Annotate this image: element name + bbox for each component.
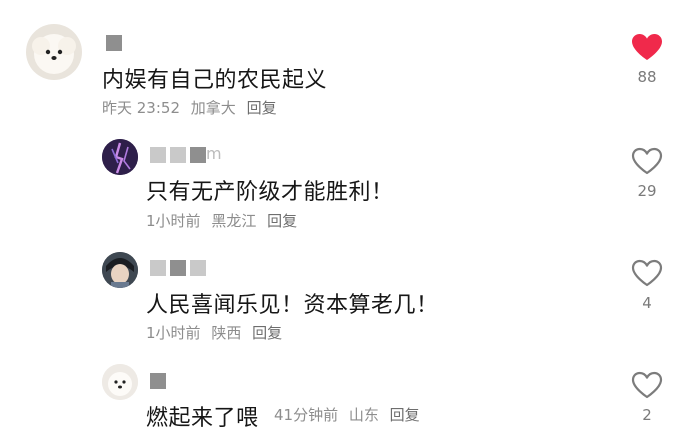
username[interactable]	[102, 32, 122, 51]
comment-text: 人民喜闻乐见！资本算老几！	[146, 293, 439, 318]
like-count: 4	[642, 294, 652, 312]
like-button[interactable]: 4	[622, 258, 672, 312]
avatar[interactable]	[102, 252, 138, 288]
like-count: 29	[637, 182, 657, 200]
username[interactable]	[146, 370, 166, 389]
comment-location: 黑龙江	[211, 212, 257, 230]
username[interactable]	[146, 257, 206, 276]
avatar[interactable]	[102, 139, 138, 175]
heart-filled-icon	[632, 34, 662, 60]
avatar[interactable]	[102, 364, 138, 400]
like-count: 2	[642, 406, 652, 424]
comment-text: 内娱有自己的农民起义	[102, 68, 328, 93]
reply-button[interactable]: 回复	[390, 406, 420, 424]
comment-meta: 昨天 23:52 加拿大 回复	[102, 97, 283, 118]
comment-time: 1小时前	[146, 212, 201, 230]
like-button[interactable]: 2	[622, 370, 672, 424]
comment-location: 陕西	[211, 324, 242, 342]
heart-outline-icon	[631, 259, 663, 287]
comment-time: 1小时前	[146, 324, 201, 342]
reply-button[interactable]: 回复	[267, 212, 297, 230]
comment-location: 山东	[348, 406, 379, 424]
avatar[interactable]	[26, 24, 82, 80]
heart-outline-icon	[631, 147, 663, 175]
username[interactable]: m	[146, 144, 222, 163]
like-count: 88	[637, 68, 657, 86]
like-button[interactable]: 88	[622, 32, 672, 86]
like-button[interactable]: 29	[622, 146, 672, 200]
comment-time: 昨天 23:52	[102, 99, 180, 117]
comment-meta: 1小时前 黑龙江 回复	[146, 210, 303, 231]
reply-button[interactable]: 回复	[252, 324, 282, 342]
comment-meta: 41分钟前 山东 回复	[274, 404, 426, 425]
comment-text: 只有无产阶级才能胜利！	[146, 180, 394, 205]
heart-outline-icon	[631, 371, 663, 399]
reply-button[interactable]: 回复	[247, 99, 277, 117]
comment-time: 41分钟前	[274, 406, 339, 424]
comment-location: 加拿大	[190, 99, 236, 117]
comment-text: 燃起来了喂	[146, 406, 259, 431]
comment-meta: 1小时前 陕西 回复	[146, 322, 288, 343]
